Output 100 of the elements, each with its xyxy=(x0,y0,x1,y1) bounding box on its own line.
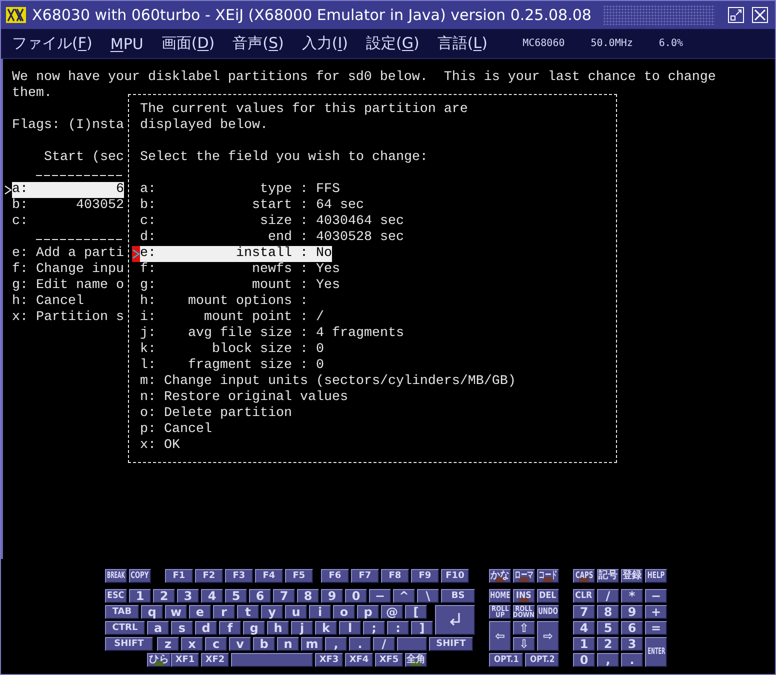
keyboard-key[interactable]: 9 xyxy=(621,605,643,619)
partition-row[interactable]: b: 403052 xyxy=(12,198,124,214)
keyboard-key[interactable]: XF2 xyxy=(201,653,229,667)
keyboard-key[interactable]: 登録 xyxy=(621,569,643,583)
close-button[interactable] xyxy=(751,6,769,24)
menu-option[interactable]: x: OK xyxy=(140,438,180,454)
keyboard-key[interactable]: 4 xyxy=(573,621,595,635)
field-row[interactable]: g: mount : Yes xyxy=(140,278,340,294)
field-row[interactable]: h: mount options : xyxy=(140,294,308,310)
keyboard-key[interactable]: ENTER xyxy=(645,637,667,667)
menu-item[interactable]: 入力(I) xyxy=(300,34,358,53)
keyboard-key[interactable]: CLR xyxy=(573,589,595,603)
keyboard-key[interactable]: ひら xyxy=(147,653,171,667)
keyboard-key[interactable]: u xyxy=(285,605,307,619)
keyboard-key[interactable]: 7 xyxy=(273,589,295,603)
keyboard-key[interactable]: XF1 xyxy=(171,653,199,667)
keyboard-key[interactable]: 8 xyxy=(597,605,619,619)
keyboard-key[interactable] xyxy=(435,605,475,635)
keyboard-key[interactable]: 6 xyxy=(621,621,643,635)
space-bar[interactable] xyxy=(231,653,313,667)
keyboard-key[interactable]: f xyxy=(219,621,241,635)
restore-button[interactable] xyxy=(727,6,745,24)
menu-option[interactable]: f: Change inpu xyxy=(12,262,124,278)
keyboard-key[interactable]: 5 xyxy=(597,621,619,635)
keyboard-key[interactable]: a xyxy=(147,621,169,635)
keyboard-key[interactable]: BREAK xyxy=(105,569,127,583)
keyboard-key[interactable]: ; xyxy=(363,621,385,635)
keyboard-key[interactable]: − xyxy=(369,589,391,603)
menu-option[interactable]: h: Cancel xyxy=(12,294,84,310)
keyboard-key[interactable]: o xyxy=(333,605,355,619)
menu-item[interactable]: 言語(L) xyxy=(436,34,496,53)
keyboard-key[interactable]: j xyxy=(291,621,313,635)
keyboard-key[interactable]: F8 xyxy=(381,569,409,583)
field-row[interactable]: f: newfs : Yes xyxy=(140,262,340,278)
keyboard-key[interactable]: XF5 xyxy=(375,653,403,667)
keyboard-key[interactable]: * xyxy=(621,589,643,603)
partition-row[interactable]: c: xyxy=(12,214,28,230)
keyboard-key[interactable]: w xyxy=(165,605,187,619)
keyboard-key[interactable]: F10 xyxy=(441,569,469,583)
keyboard-key[interactable]: r xyxy=(213,605,235,619)
keyboard-key[interactable]: F9 xyxy=(411,569,439,583)
keyboard-key[interactable]: 3 xyxy=(177,589,199,603)
keyboard-key[interactable]: 9 xyxy=(321,589,343,603)
menu-option[interactable]: e: Add a parti xyxy=(12,246,124,262)
keyboard-key[interactable]: F1 xyxy=(165,569,193,583)
keyboard-key[interactable]: ⇦ xyxy=(489,621,511,651)
keyboard-key[interactable]: d xyxy=(195,621,217,635)
menu-option[interactable]: g: Edit name o xyxy=(12,278,124,294)
field-row[interactable]: k: block size : 0 xyxy=(140,342,324,358)
keyboard-key[interactable]: g xyxy=(243,621,265,635)
keyboard-key[interactable]: + xyxy=(645,605,667,619)
keyboard-key[interactable]: \ xyxy=(417,589,439,603)
keyboard-key[interactable]: , xyxy=(597,653,619,667)
keyboard-key[interactable]: コード xyxy=(537,569,559,583)
keyboard-key[interactable] xyxy=(397,637,427,651)
field-row[interactable]: j: avg file size : 4 fragments xyxy=(140,326,404,342)
keyboard-key[interactable]: 0 xyxy=(345,589,367,603)
keyboard-key[interactable]: 5 xyxy=(225,589,247,603)
keyboard-key[interactable]: [ xyxy=(405,605,427,619)
menu-item[interactable]: 画面(D) xyxy=(160,34,224,53)
field-row[interactable]: a: type : FFS xyxy=(140,182,340,198)
menu-item[interactable]: 設定(G) xyxy=(365,34,428,53)
keyboard-key[interactable]: = xyxy=(645,621,667,635)
keyboard-key[interactable]: SHIFT xyxy=(429,637,473,651)
keyboard-key[interactable]: / xyxy=(597,589,619,603)
keyboard-key[interactable]: F5 xyxy=(285,569,313,583)
keyboard-key[interactable]: 6 xyxy=(249,589,271,603)
keyboard-key[interactable]: F4 xyxy=(255,569,283,583)
keyboard-key[interactable]: 4 xyxy=(201,589,223,603)
keyboard-key[interactable]: TAB xyxy=(105,605,139,619)
keyboard-key[interactable]: かな xyxy=(489,569,511,583)
menu-item[interactable]: ファイル(F) xyxy=(11,34,102,53)
keyboard-key[interactable]: 0 xyxy=(573,653,595,667)
menu-item[interactable]: 音声(S) xyxy=(232,34,293,53)
keyboard-key[interactable]: z xyxy=(157,637,179,651)
keyboard-key[interactable]: XF3 xyxy=(315,653,343,667)
field-row[interactable]: l: fragment size : 0 xyxy=(140,358,324,374)
keyboard-key[interactable]: y xyxy=(261,605,283,619)
keyboard-key[interactable]: h xyxy=(267,621,289,635)
keyboard-key[interactable]: x xyxy=(181,637,203,651)
keyboard-key[interactable]: − xyxy=(645,589,667,603)
keyboard-key[interactable]: . xyxy=(621,653,643,667)
keyboard-key[interactable]: ⇨ xyxy=(537,621,559,651)
keyboard-key[interactable]: 記号 xyxy=(597,569,619,583)
keyboard-key[interactable]: COPY xyxy=(129,569,151,583)
field-row[interactable]: b: start : 64 sec xyxy=(140,198,364,214)
keyboard-key[interactable]: CTRL xyxy=(105,621,145,635)
keyboard-key[interactable]: n xyxy=(277,637,299,651)
keyboard-key[interactable]: . xyxy=(349,637,371,651)
menu-option[interactable]: m: Change input units (sectors/cylinders/MB/GB) xyxy=(140,374,516,390)
keyboard-key[interactable]: m xyxy=(301,637,323,651)
keyboard-key[interactable]: 1 xyxy=(129,589,151,603)
keyboard-key[interactable]: p xyxy=(357,605,379,619)
menu-option[interactable]: o: Delete partition xyxy=(140,406,292,422)
keyboard-key[interactable]: 7 xyxy=(573,605,595,619)
keyboard-key[interactable]: t xyxy=(237,605,259,619)
keyboard-key[interactable]: 全角 xyxy=(405,653,427,667)
menu-option[interactable]: x: Partition s xyxy=(12,310,124,326)
keyboard-key[interactable]: SHIFT xyxy=(105,637,153,651)
keyboard-key[interactable]: c xyxy=(205,637,227,651)
